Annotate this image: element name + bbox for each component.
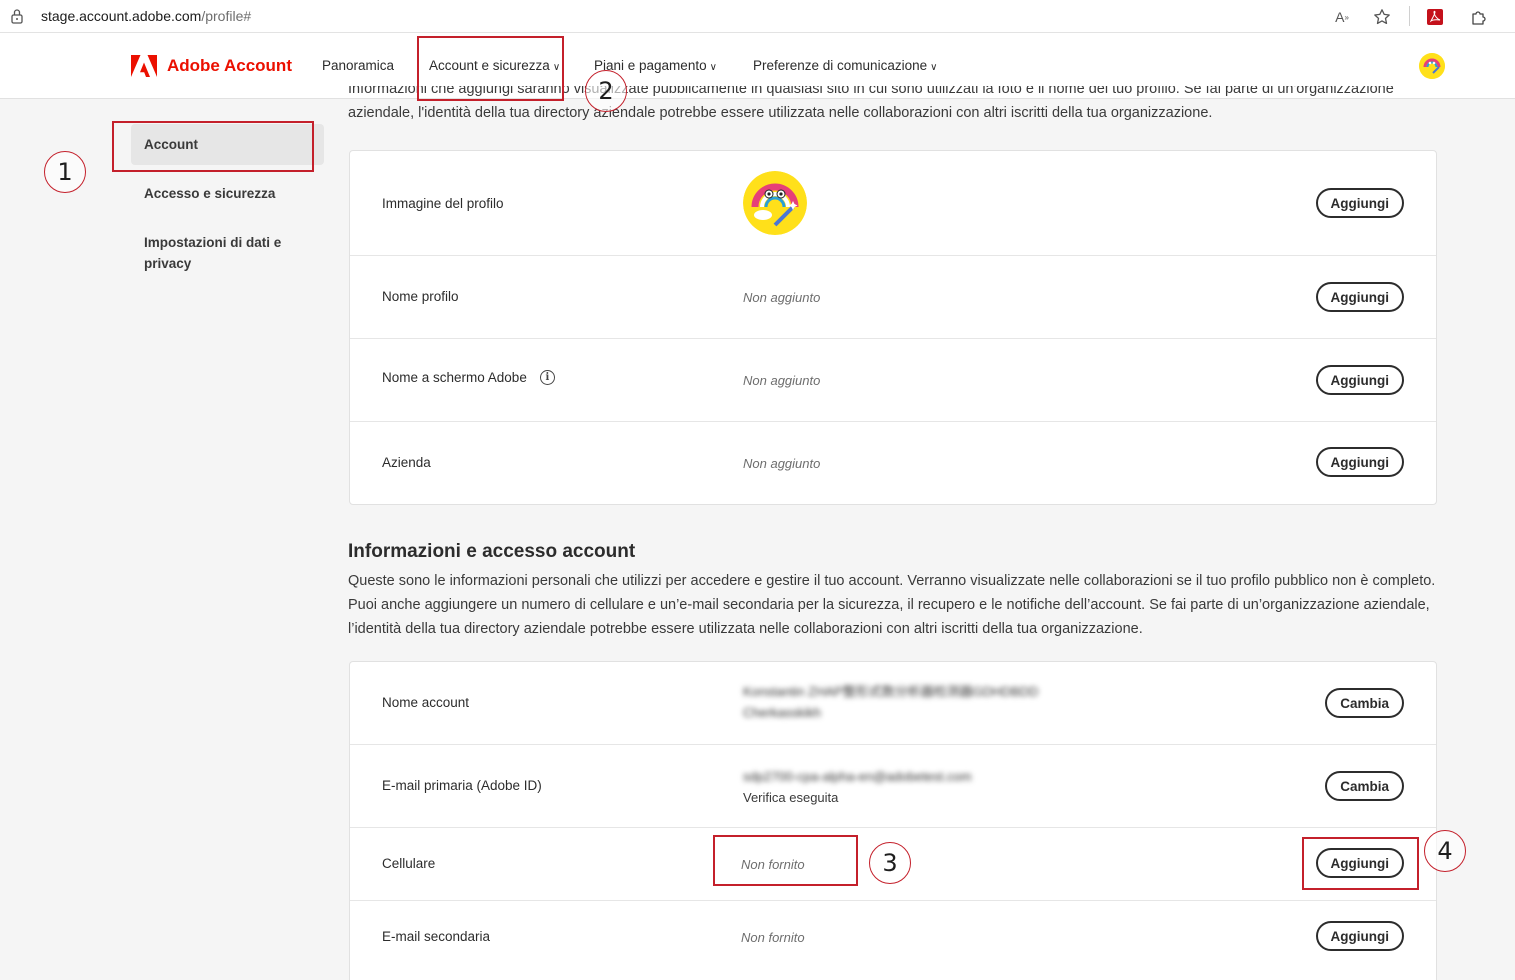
primary-email-block: sdp2700-cpa-alpha-en@adobetest.com Verif… bbox=[743, 766, 972, 808]
screen-name-row: Nome a schermo Adobe i Non aggiunto Aggiu… bbox=[350, 339, 1436, 422]
annotation-number-4: 4 bbox=[1424, 830, 1466, 872]
favorite-star-icon[interactable] bbox=[1371, 6, 1393, 28]
nav-label: Panoramica bbox=[322, 58, 395, 73]
user-avatar-icon[interactable] bbox=[1419, 53, 1445, 79]
lock-icon bbox=[11, 9, 23, 24]
add-profile-name-button[interactable]: Aggiungi bbox=[1315, 282, 1404, 312]
brand-name: Adobe Account bbox=[167, 56, 292, 75]
row-label: Immagine del profilo bbox=[382, 196, 504, 211]
primary-email-address: sdp2700-cpa-alpha-en@adobetest.com bbox=[743, 769, 972, 784]
row-label: Azienda bbox=[382, 455, 431, 470]
nav-panoramica[interactable]: Panoramica bbox=[322, 58, 394, 73]
primary-email-row: E-mail primaria (Adobe ID) sdp2700-cpa-a… bbox=[350, 745, 1436, 828]
url-path: /profile# bbox=[201, 8, 252, 24]
nav-label: Account e sicurezza bbox=[429, 58, 550, 73]
row-label-text: Nome a schermo Adobe bbox=[382, 370, 527, 385]
row-label: Cellulare bbox=[382, 856, 436, 871]
add-screen-name-button[interactable]: Aggiungi bbox=[1315, 365, 1404, 395]
profile-avatar bbox=[743, 171, 807, 235]
row-value: Konstantin ZHAP整形式数分析器检测器GDHDBDD Cherkas… bbox=[743, 681, 1038, 723]
chevron-down-icon: ∨ bbox=[552, 62, 561, 73]
add-mobile-button[interactable]: Aggiungi bbox=[1315, 848, 1404, 878]
company-row: Azienda Non aggiunto Aggiungi bbox=[350, 422, 1436, 504]
info-icon[interactable]: i bbox=[539, 370, 555, 385]
row-value: Non aggiunto bbox=[743, 456, 821, 471]
row-value: Non aggiunto bbox=[743, 290, 821, 305]
browser-toolbar: stage.account.adobe.com/profile# A» bbox=[0, 0, 1515, 33]
annotation-number-2: 2 bbox=[585, 70, 627, 112]
verification-status: Verifica eseguita bbox=[743, 790, 839, 805]
account-info-card: Nome account Konstantin ZHAP整形式数分析器检测器GD… bbox=[349, 661, 1437, 980]
add-profile-image-button[interactable]: Aggiungi bbox=[1315, 188, 1404, 218]
sidebar-item-dati-privacy[interactable]: Impostazioni di dati e privacy bbox=[131, 232, 301, 274]
account-name-line2: Cherkasskikh bbox=[743, 705, 822, 720]
toolbar-divider bbox=[1409, 6, 1410, 26]
profile-image-row: Immagine del profilo Aggiungi bbox=[350, 151, 1436, 256]
row-label: Nome profilo bbox=[382, 289, 459, 304]
read-aloud-icon[interactable]: A» bbox=[1331, 6, 1353, 28]
sidebar-item-label: Account bbox=[144, 137, 198, 152]
row-label: Nome a schermo Adobe i bbox=[382, 370, 555, 385]
row-label: E-mail primaria (Adobe ID) bbox=[382, 778, 542, 793]
sidebar-item-account[interactable]: Account bbox=[131, 124, 324, 165]
extensions-puzzle-icon[interactable] bbox=[1468, 6, 1490, 28]
nav-account-sicurezza[interactable]: Account e sicurezza ∨ bbox=[429, 58, 560, 73]
annotation-number-1: 1 bbox=[44, 151, 86, 193]
sidebar-item-accesso-sicurezza[interactable]: Accesso e sicurezza bbox=[131, 183, 324, 204]
section-description: Queste sono le informazioni personali ch… bbox=[348, 573, 1436, 637]
row-label: Nome account bbox=[382, 695, 470, 710]
profile-card: Immagine del profilo Aggiungi Nome profi… bbox=[349, 150, 1437, 505]
row-value: Non fornito bbox=[741, 857, 805, 872]
acrobat-extension-icon[interactable] bbox=[1424, 6, 1446, 28]
change-account-name-button[interactable]: Cambia bbox=[1325, 688, 1404, 718]
chevron-down-icon: ∨ bbox=[930, 62, 938, 73]
row-value: Non aggiunto bbox=[743, 373, 821, 388]
nav-preferenze-comunicazione[interactable]: Preferenze di comunicazione ∨ bbox=[753, 58, 937, 73]
add-company-button[interactable]: Aggiungi bbox=[1315, 447, 1404, 477]
url-host: stage.account.adobe.com bbox=[41, 8, 202, 24]
row-label: E-mail secondaria bbox=[382, 929, 491, 944]
section-title: Informazioni e accesso account bbox=[348, 541, 636, 562]
profile-name-row: Nome profilo Non aggiunto Aggiungi bbox=[350, 256, 1436, 339]
adobe-brand[interactable]: Adobe Account bbox=[131, 55, 292, 77]
sidebar-item-label: Impostazioni di dati e privacy bbox=[144, 235, 282, 271]
adobe-logo-icon bbox=[131, 55, 157, 77]
profile-intro-text: Informazioni che aggiungi saranno visual… bbox=[348, 86, 1394, 121]
add-secondary-email-button[interactable]: Aggiungi bbox=[1315, 921, 1404, 951]
account-name-row: Nome account Konstantin ZHAP整形式数分析器检测器GD… bbox=[350, 662, 1436, 745]
account-name-line1: Konstantin ZHAP整形式数分析器检测器GDHDBDD bbox=[743, 684, 1039, 699]
change-primary-email-button[interactable]: Cambia bbox=[1325, 771, 1404, 801]
row-value: Non fornito bbox=[741, 930, 805, 945]
address-bar[interactable]: stage.account.adobe.com/profile# bbox=[41, 8, 251, 24]
annotation-number-3: 3 bbox=[869, 842, 911, 884]
nav-label: Preferenze di comunicazione bbox=[753, 58, 928, 73]
profile-section-intro: Informazioni che aggiungi saranno visual… bbox=[348, 86, 1438, 126]
chevron-down-icon: ∨ bbox=[709, 62, 717, 73]
sidebar-item-label: Accesso e sicurezza bbox=[144, 186, 276, 201]
secondary-email-row: E-mail secondaria Non fornito Aggiungi bbox=[350, 901, 1436, 974]
